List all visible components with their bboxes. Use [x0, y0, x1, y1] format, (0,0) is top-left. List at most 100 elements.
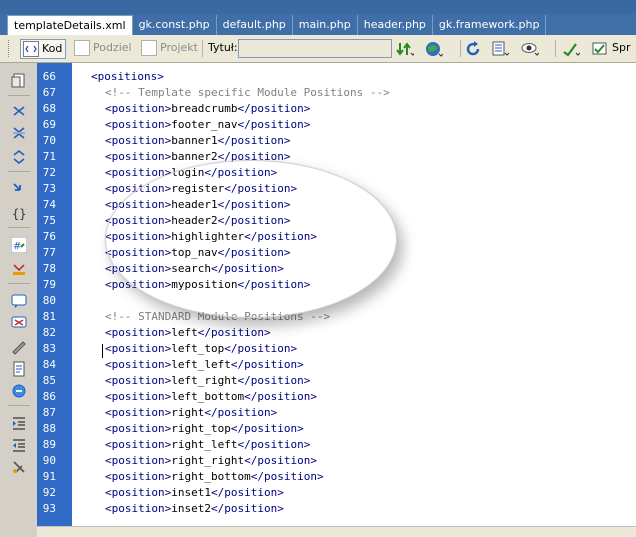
visual-aids-icon[interactable] — [521, 40, 539, 58]
code-line: 78 <position>search</position> — [37, 261, 636, 277]
code-line: 87 <position>right</position> — [37, 405, 636, 421]
validate-markup-icon[interactable] — [592, 40, 610, 58]
line-number: 84 — [42, 358, 56, 371]
validate-button[interactable]: Spr — [612, 39, 631, 57]
position-element: <position>myposition</position> — [105, 277, 310, 293]
line-number: 87 — [42, 406, 56, 419]
code-line: 92 <position>inset1</position> — [37, 485, 636, 501]
tab-gk-framework-php[interactable]: gk.framework.php — [433, 15, 547, 35]
outdent-code-icon[interactable] — [11, 437, 27, 453]
close-tag: </position> — [237, 118, 311, 131]
line-number: 93 — [42, 502, 56, 515]
line-number: 78 — [42, 262, 56, 275]
close-tag: </position> — [250, 470, 324, 483]
position-name: left — [171, 326, 198, 339]
position-name: inset2 — [171, 502, 211, 515]
close-tag: </position> — [197, 326, 271, 339]
check-page-icon[interactable] — [562, 40, 580, 58]
position-name: highlighter — [171, 230, 245, 243]
position-element: <position>banner1</position> — [105, 133, 290, 149]
position-name: header2 — [171, 214, 218, 227]
file-management-icon[interactable] — [396, 40, 414, 58]
tab-gk-const-php[interactable]: gk.const.php — [133, 15, 217, 35]
code-editor[interactable]: 66 <positions> 67 <!-- Template specific Mo… — [37, 63, 636, 536]
position-name: left_bottom — [171, 390, 245, 403]
position-element: <position>top_nav</position> — [105, 245, 290, 261]
line-number: 89 — [42, 438, 56, 451]
open-tag: <position> — [105, 502, 172, 515]
position-element: <position>register</position> — [105, 181, 297, 197]
collapse-selection-icon[interactable] — [11, 125, 27, 141]
position-element: <position>left_left</position> — [105, 357, 304, 373]
highlight-invalid-code-icon[interactable] — [11, 261, 27, 277]
remove-comment-icon[interactable] — [11, 315, 27, 331]
view-options-icon[interactable] — [491, 40, 509, 58]
open-tag: <position> — [105, 358, 172, 371]
code-line: 91 <position>right_bottom</position> — [37, 469, 636, 485]
line-number: 71 — [42, 150, 56, 163]
position-element: <position>right_bottom</position> — [105, 469, 324, 485]
format-source-code-icon[interactable] — [11, 459, 27, 475]
tab-default-php[interactable]: default.php — [217, 15, 293, 35]
document-tabs: templateDetails.xml gk.const.php default.p… — [7, 15, 547, 37]
indent-code-icon[interactable] — [11, 415, 27, 431]
close-tag: </position> — [224, 182, 298, 195]
line-number: 88 — [42, 422, 56, 435]
code-line: 80 — [37, 293, 636, 309]
position-name: search — [171, 262, 211, 275]
preview-in-browser-icon[interactable] — [425, 40, 443, 58]
svg-text:{}: {} — [12, 207, 26, 221]
code-line: 73 <position>register</position> — [37, 181, 636, 197]
document-title-input[interactable] — [238, 39, 392, 58]
horizontal-scrollbar[interactable] — [37, 526, 636, 537]
code-view-label: Kod — [42, 42, 63, 55]
expand-all-icon[interactable] — [11, 149, 27, 165]
code-line: 84 <position>left_left</position> — [37, 357, 636, 373]
close-tag: </position> — [217, 214, 291, 227]
close-tag: </position> — [237, 278, 311, 291]
line-number: 80 — [42, 294, 56, 307]
tab-header-php[interactable]: header.php — [358, 15, 433, 35]
tab-templatedetails-xml[interactable]: templateDetails.xml — [7, 15, 133, 37]
open-tag: <position> — [105, 182, 172, 195]
code-line: 70 <position>banner1</position> — [37, 133, 636, 149]
select-parent-tag-icon[interactable] — [11, 181, 27, 197]
recent-snippets-icon[interactable] — [11, 361, 27, 377]
close-tag: </position> — [237, 102, 311, 115]
line-number: 67 — [42, 86, 56, 99]
code-view-button[interactable]: Kod — [20, 39, 67, 59]
position-element: <position>breadcrumb</position> — [105, 101, 310, 117]
close-tag: </position> — [237, 374, 311, 387]
line-number: 82 — [42, 326, 56, 339]
position-element: <position>right_left</position> — [105, 437, 310, 453]
wrap-tag-icon[interactable] — [11, 339, 27, 355]
balance-braces-icon[interactable]: {} — [11, 205, 27, 221]
open-tag: <position> — [105, 326, 172, 339]
title-label-text: Tytuł: — [208, 41, 238, 54]
line-number: 75 — [42, 214, 56, 227]
open-documents-icon[interactable] — [11, 73, 27, 89]
line-number: 91 — [42, 470, 56, 483]
position-name: right_right — [171, 454, 245, 467]
line-number: 86 — [42, 390, 56, 403]
refresh-icon[interactable] — [464, 40, 482, 58]
open-tag: <position> — [105, 134, 172, 147]
close-tag: </position> — [204, 406, 278, 419]
close-tag: </position> — [210, 502, 284, 515]
toolbar-grip[interactable] — [8, 40, 12, 57]
design-view-label: Projekt — [160, 41, 198, 54]
position-name: left_left — [171, 358, 231, 371]
code-line: 86 <position>left_bottom</position> — [37, 389, 636, 405]
line-numbers-icon[interactable]: # — [11, 237, 27, 253]
split-view-button[interactable]: Podziel — [74, 39, 132, 57]
position-name: myposition — [171, 278, 238, 291]
move-css-icon[interactable] — [11, 383, 27, 399]
apply-comment-icon[interactable] — [11, 293, 27, 309]
tab-main-php[interactable]: main.php — [293, 15, 358, 35]
line-number: 76 — [42, 230, 56, 243]
line-number: 79 — [42, 278, 56, 291]
position-element: <position>left_top</position> — [105, 341, 297, 357]
collapse-tag-icon[interactable] — [11, 103, 27, 119]
design-view-button[interactable]: Projekt — [141, 39, 198, 57]
position-name: inset1 — [171, 486, 211, 499]
